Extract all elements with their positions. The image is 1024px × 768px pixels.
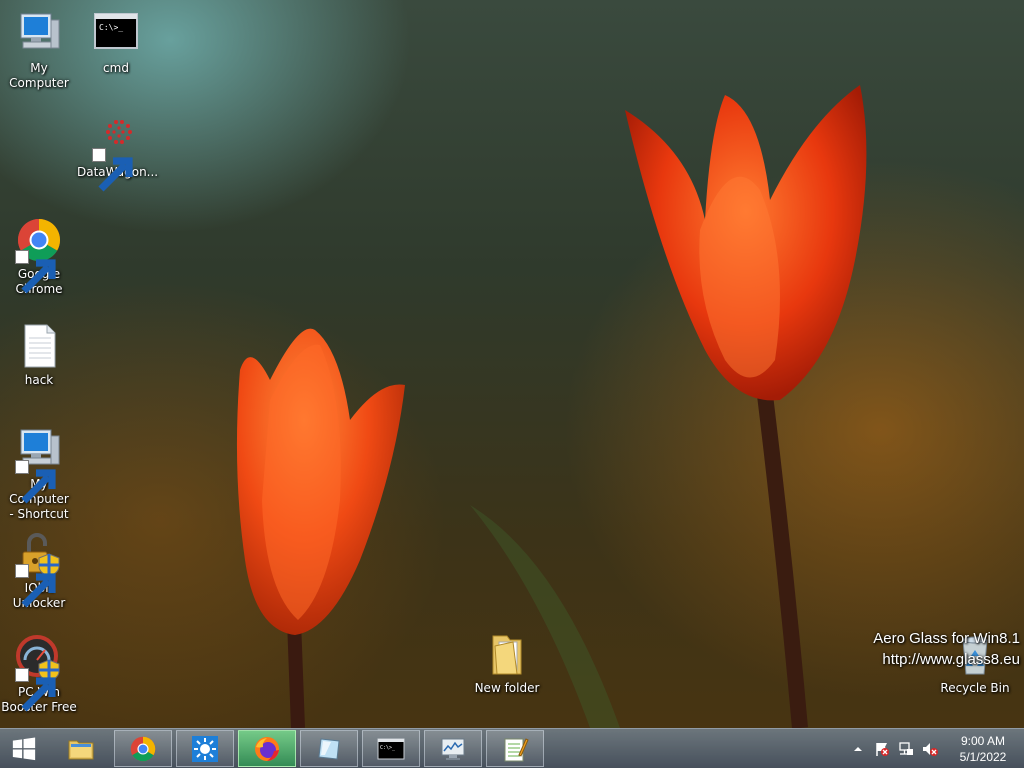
start-button[interactable] (0, 730, 48, 767)
datawagon-logo-icon (92, 114, 140, 192)
desktop-icon-label: My Computer (9, 61, 69, 90)
taskbar-performance-monitor[interactable] (424, 730, 482, 767)
taskbar-glass-app[interactable] (300, 730, 358, 767)
desktop-icon-label: New folder (474, 681, 540, 695)
watermark-line2: http://www.glass8.eu (882, 651, 1020, 668)
computer-icon (15, 426, 63, 504)
svg-text:C:\>_: C:\>_ (99, 23, 123, 32)
network-icon[interactable] (898, 741, 914, 757)
taskbar-weather-app[interactable] (176, 730, 234, 767)
shortcut-arrow-icon (92, 148, 133, 192)
clock-date: 5/1/2022 (959, 750, 1007, 764)
desktop-icon-my-computer-shortcut[interactable]: My Computer - Shortcut (0, 426, 78, 522)
taskbar-command-prompt[interactable]: C:\>_ (362, 730, 420, 767)
text-file-icon (15, 322, 63, 370)
shortcut-arrow-icon (15, 250, 56, 294)
show-hidden-icons-button[interactable] (850, 741, 866, 757)
desktop-icon-label: cmd (103, 61, 129, 75)
taskbar-notepad-plus-plus[interactable] (486, 730, 544, 767)
volume-muted-icon[interactable] (922, 741, 938, 757)
desktop-icon-google-chrome[interactable]: Google Chrome (0, 216, 78, 297)
sun-icon (191, 735, 219, 763)
notepad-icon (501, 735, 529, 763)
computer-icon (15, 10, 63, 58)
unlock-padlock-icon (15, 530, 63, 608)
desktop-icon-label: Recycle Bin (940, 681, 1010, 695)
desktop-icon-iobit-unlocker[interactable]: IObit Unlocker (0, 530, 78, 611)
desktop-icon-new-folder[interactable]: New folder (468, 630, 546, 696)
desktop-icon-pc-win-booster[interactable]: PC Win Booster Free (0, 634, 78, 715)
desktop-icon-label-line2: - Shortcut (9, 507, 69, 521)
system-clock[interactable]: 9:00 AM 5/1/2022 (948, 733, 1018, 765)
chrome-icon (129, 735, 157, 763)
monitor-graph-icon (439, 735, 467, 763)
taskbar-firefox[interactable] (238, 730, 296, 767)
cmd-icon: C:\>_ (377, 735, 405, 763)
glass-pane-icon (315, 735, 343, 763)
shortcut-arrow-icon (15, 460, 56, 504)
windows-logo-icon (11, 736, 37, 762)
clock-time: 9:00 AM (960, 734, 1006, 748)
chrome-icon (15, 216, 63, 294)
shortcut-arrow-icon (15, 564, 56, 608)
wallpaper-tulips (236, 85, 867, 728)
desktop-icon-my-computer[interactable]: My Computer (0, 10, 78, 91)
booster-gauge-icon (15, 634, 63, 712)
folder-icon (483, 630, 531, 678)
taskbar: C:\>_ 9:00 AM 5/1/2022 (0, 728, 1024, 768)
desktop-icon-datawagon[interactable]: DataWagon... (77, 114, 158, 192)
desktop-icon-cmd[interactable]: C:\>_ cmd (77, 10, 155, 76)
folder-icon (67, 735, 95, 763)
svg-text:C:\>_: C:\>_ (380, 745, 396, 751)
taskbar-file-explorer[interactable] (52, 730, 110, 767)
aero-glass-watermark: Aero Glass for Win8.1 http://www.glass8.… (873, 628, 1020, 670)
desktop-icon-label: hack (24, 373, 54, 387)
action-center-flag-icon[interactable] (874, 741, 890, 757)
watermark-line1: Aero Glass for Win8.1 (873, 630, 1020, 647)
shortcut-arrow-icon (15, 668, 56, 712)
firefox-icon (253, 735, 281, 763)
taskbar-google-chrome[interactable] (114, 730, 172, 767)
cmd-icon: C:\>_ (92, 10, 140, 58)
desktop-icon-hack[interactable]: hack (0, 322, 78, 388)
